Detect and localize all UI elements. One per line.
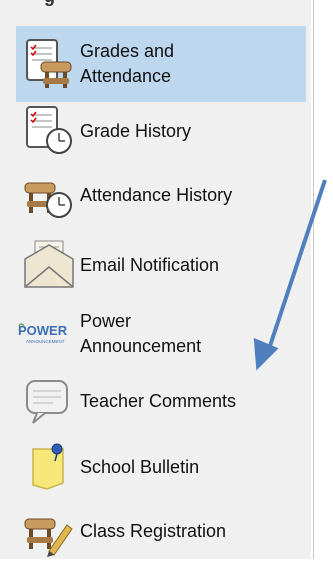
content-pane [313, 0, 333, 559]
sidebar: g Grades and Attendance [0, 0, 311, 559]
nav-item-school-bulletin[interactable]: School Bulletin [16, 436, 306, 498]
nav-label: Grades and Attendance [80, 39, 174, 89]
nav-item-email-notification[interactable]: Email Notification [16, 234, 306, 296]
grades-attendance-icon [16, 36, 80, 92]
nav-item-grades-attendance[interactable]: Grades and Attendance [16, 26, 306, 102]
sticky-note-icon [16, 439, 80, 495]
nav-label: Attendance History [80, 184, 233, 205]
label-line-1: Grades and [80, 41, 175, 61]
email-icon [16, 237, 80, 293]
attendance-history-icon [16, 167, 80, 223]
logo-power-text: POWER [18, 323, 68, 338]
nav-item-attendance-history[interactable]: Attendance History [16, 164, 306, 226]
nav-item-grade-history[interactable]: Grade History [16, 100, 306, 162]
speech-bubble-icon [16, 373, 80, 429]
nav-label: Class Registration [80, 520, 227, 541]
desk-pencil-icon [16, 503, 80, 559]
label-line-2: Attendance [80, 66, 172, 86]
section-title-fragment: g [44, 0, 55, 7]
nav-label: Teacher Comments [80, 390, 237, 411]
nav-item-class-registration[interactable]: Class Registration [16, 500, 306, 562]
nav-item-power-announcement[interactable]: POWER ANNOUNCEMENT Power Announcement [16, 296, 306, 372]
nav-item-teacher-comments[interactable]: Teacher Comments [16, 370, 306, 432]
nav-label: Grade History [80, 120, 192, 141]
grade-history-icon [16, 103, 80, 159]
label-line-2: Announcement [80, 336, 202, 356]
logo-sub-text: ANNOUNCEMENT [26, 339, 65, 344]
nav-label: School Bulletin [80, 456, 200, 477]
nav-label: Power Announcement [80, 309, 201, 359]
power-announcement-logo: POWER ANNOUNCEMENT [16, 306, 80, 362]
nav-label: Email Notification [80, 254, 220, 275]
label-line-1: Power [80, 311, 132, 331]
